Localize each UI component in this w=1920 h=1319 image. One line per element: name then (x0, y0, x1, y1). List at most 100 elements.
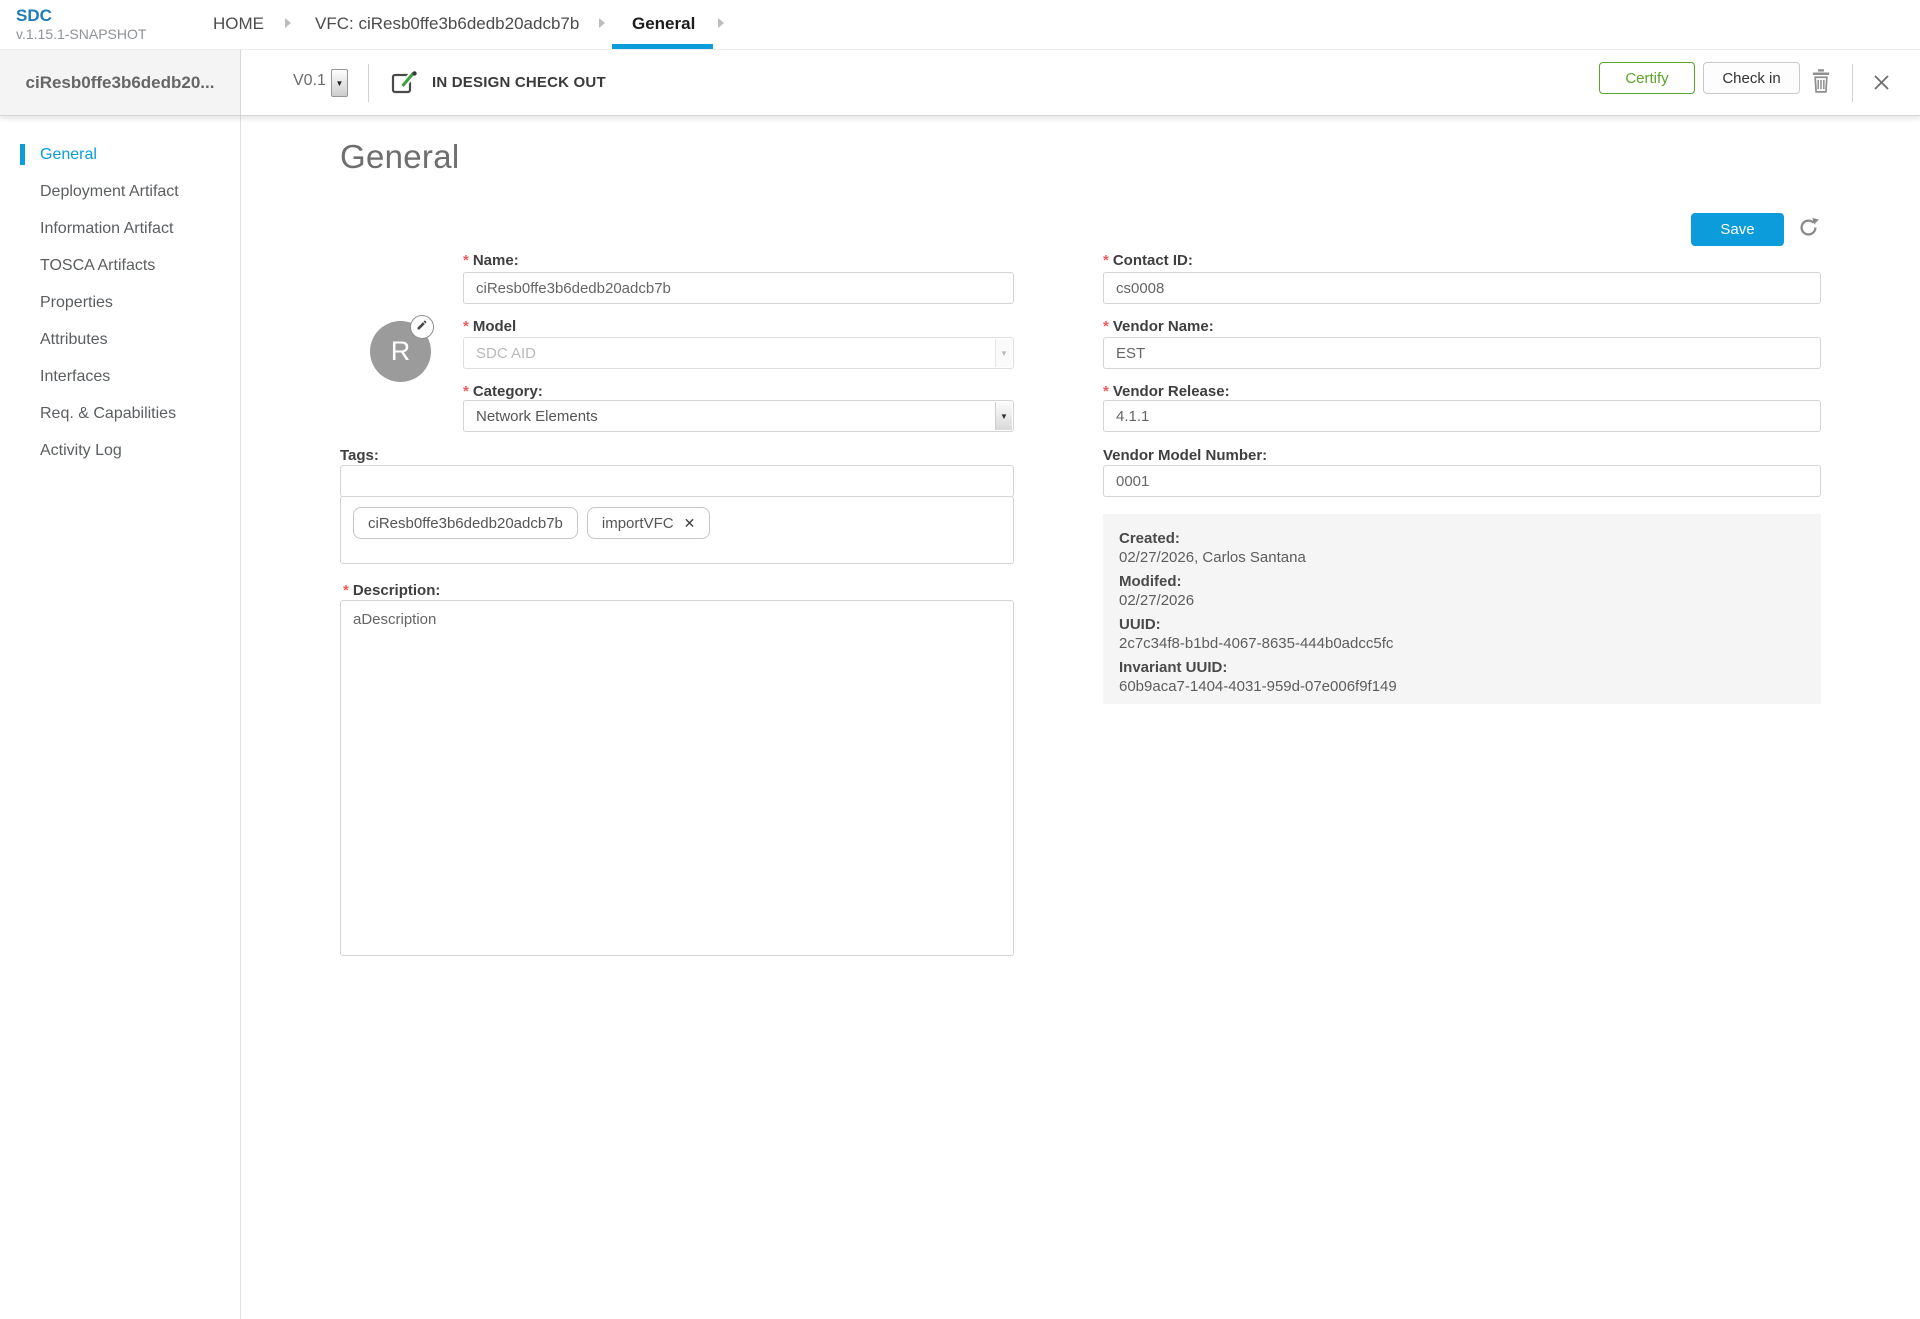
vendor-model-number-label: Vendor Model Number: (1103, 447, 1267, 464)
entity-name-box: ciResb0ffe3b6dedb20... (0, 50, 241, 115)
vendor-release-label: *Vendor Release: (1103, 383, 1230, 400)
sidebar-item-interfaces[interactable]: Interfaces (0, 358, 240, 395)
meta-label: Created: (1119, 529, 1805, 548)
sidebar-nav: General Deployment Artifact Information … (0, 116, 240, 469)
sidebar-item-label: Attributes (40, 331, 108, 349)
required-mark: * (463, 252, 469, 269)
active-tab-underline (612, 44, 713, 49)
description-label: *Description: (343, 582, 440, 599)
meta-value: 02/27/2026, Carlos Santana (1119, 548, 1805, 567)
save-button[interactable]: Save (1691, 213, 1784, 246)
edit-avatar-button[interactable] (410, 315, 434, 339)
breadcrumb-home[interactable]: HOME (213, 14, 264, 34)
breadcrumb-general-active[interactable]: General (632, 14, 695, 34)
divider (1852, 64, 1853, 102)
sidebar-item-label: Properties (40, 294, 113, 312)
lifecycle-status-text: IN DESIGN CHECK OUT (432, 74, 606, 91)
vendor-release-input[interactable] (1103, 400, 1821, 432)
certify-button[interactable]: Certify (1599, 62, 1695, 94)
model-label: *Model (463, 318, 516, 335)
tag-chip: importVFC ✕ (587, 507, 710, 539)
sidebar-item-label: Information Artifact (40, 220, 173, 238)
category-label: *Category: (463, 383, 543, 400)
tag-chip-label: importVFC (602, 515, 674, 532)
model-select-value: SDC AID (476, 345, 536, 362)
vendor-name-label: *Vendor Name: (1103, 318, 1214, 335)
meta-label: Invariant UUID: (1119, 658, 1805, 677)
remove-tag-icon[interactable]: ✕ (684, 515, 696, 532)
meta-value: 02/27/2026 (1119, 591, 1805, 610)
chevron-right-icon (718, 18, 724, 28)
version-label: V0.1 (293, 72, 326, 90)
sidebar-item-label: Deployment Artifact (40, 183, 179, 201)
dropdown-arrow-icon: ▼ (995, 339, 1012, 367)
name-input[interactable] (463, 272, 1014, 304)
meta-invariant-uuid: Invariant UUID: 60b9aca7-1404-4031-959d-… (1119, 658, 1805, 696)
tags-chip-list: ciResb0ffe3b6dedb20adcb7b importVFC ✕ (340, 496, 1014, 564)
sidebar-item-label: Req. & Capabilities (40, 405, 176, 423)
meta-modified: Modifed: 02/27/2026 (1119, 572, 1805, 610)
sidebar-item-req-capabilities[interactable]: Req. & Capabilities (0, 395, 240, 432)
required-mark: * (463, 318, 469, 335)
meta-label: Modifed: (1119, 572, 1805, 591)
meta-uuid: UUID: 2c7c34f8-b1bd-4067-8635-444b0adcc5… (1119, 615, 1805, 653)
top-header: SDC v.1.15.1-SNAPSHOT HOME VFC: ciResb0f… (0, 0, 1920, 50)
meta-label: UUID: (1119, 615, 1805, 634)
vendor-name-input[interactable] (1103, 337, 1821, 369)
delete-button[interactable] (1810, 68, 1832, 99)
dropdown-arrow-icon: ▼ (336, 79, 344, 88)
sdc-app: SDC v.1.15.1-SNAPSHOT HOME VFC: ciResb0f… (0, 0, 1920, 1319)
contact-id-input[interactable] (1103, 272, 1821, 304)
required-mark: * (1103, 252, 1109, 269)
sidebar-item-label: TOSCA Artifacts (40, 257, 155, 275)
sidebar-item-activity-log[interactable]: Activity Log (0, 432, 240, 469)
required-mark: * (1103, 318, 1109, 335)
left-sidebar: General Deployment Artifact Information … (0, 116, 241, 1319)
workspace-toolbar: ciResb0ffe3b6dedb20... V0.1 ▼ IN DESIGN … (0, 50, 1920, 116)
required-mark: * (1103, 383, 1109, 400)
name-label: *Name: (463, 252, 519, 269)
pencil-icon (416, 318, 428, 336)
sidebar-item-tosca-artifacts[interactable]: TOSCA Artifacts (0, 247, 240, 284)
category-select[interactable]: Network Elements ▼ (463, 400, 1014, 432)
avatar-letter: R (391, 336, 411, 367)
sidebar-item-general[interactable]: General (0, 136, 240, 173)
tags-input[interactable] (340, 465, 1014, 497)
required-mark: * (463, 383, 469, 400)
active-indicator-bar (20, 144, 25, 165)
divider (368, 64, 369, 102)
tag-chip: ciResb0ffe3b6dedb20adcb7b (353, 507, 578, 539)
tag-chip-label: ciResb0ffe3b6dedb20adcb7b (368, 515, 563, 532)
category-select-value: Network Elements (476, 408, 598, 425)
sidebar-item-attributes[interactable]: Attributes (0, 321, 240, 358)
close-icon (1872, 79, 1891, 96)
chevron-right-icon (599, 18, 605, 28)
sidebar-item-deployment-artifact[interactable]: Deployment Artifact (0, 173, 240, 210)
vendor-model-number-input[interactable] (1103, 465, 1821, 497)
version-select[interactable]: ▼ (331, 69, 348, 97)
check-in-button[interactable]: Check in (1703, 62, 1800, 94)
entity-name: ciResb0ffe3b6dedb20... (26, 73, 215, 93)
main-content: General Save R *Name: *Model SDC AID ▼ (241, 116, 1920, 1319)
breadcrumb-vfc[interactable]: VFC: ciResb0ffe3b6dedb20adcb7b (315, 14, 579, 34)
logo-version: v.1.15.1-SNAPSHOT (16, 26, 146, 42)
dropdown-arrow-icon: ▼ (995, 402, 1012, 430)
tags-label: Tags: (340, 447, 379, 464)
close-button[interactable] (1872, 73, 1891, 97)
description-textarea[interactable]: aDescription (340, 600, 1014, 956)
refresh-icon (1797, 226, 1820, 243)
check-out-icon (390, 69, 417, 101)
chevron-right-icon (285, 18, 291, 28)
required-mark: * (343, 582, 349, 599)
sidebar-item-properties[interactable]: Properties (0, 284, 240, 321)
model-select[interactable]: SDC AID ▼ (463, 337, 1014, 369)
sidebar-item-information-artifact[interactable]: Information Artifact (0, 210, 240, 247)
app-logo: SDC v.1.15.1-SNAPSHOT (16, 6, 146, 42)
sidebar-item-label: General (40, 146, 97, 164)
contact-id-label: *Contact ID: (1103, 252, 1193, 269)
revert-button[interactable] (1797, 216, 1820, 244)
metadata-panel: Created: 02/27/2026, Carlos Santana Modi… (1103, 514, 1821, 704)
sidebar-item-label: Interfaces (40, 368, 110, 386)
sidebar-item-label: Activity Log (40, 442, 122, 460)
meta-created: Created: 02/27/2026, Carlos Santana (1119, 529, 1805, 567)
